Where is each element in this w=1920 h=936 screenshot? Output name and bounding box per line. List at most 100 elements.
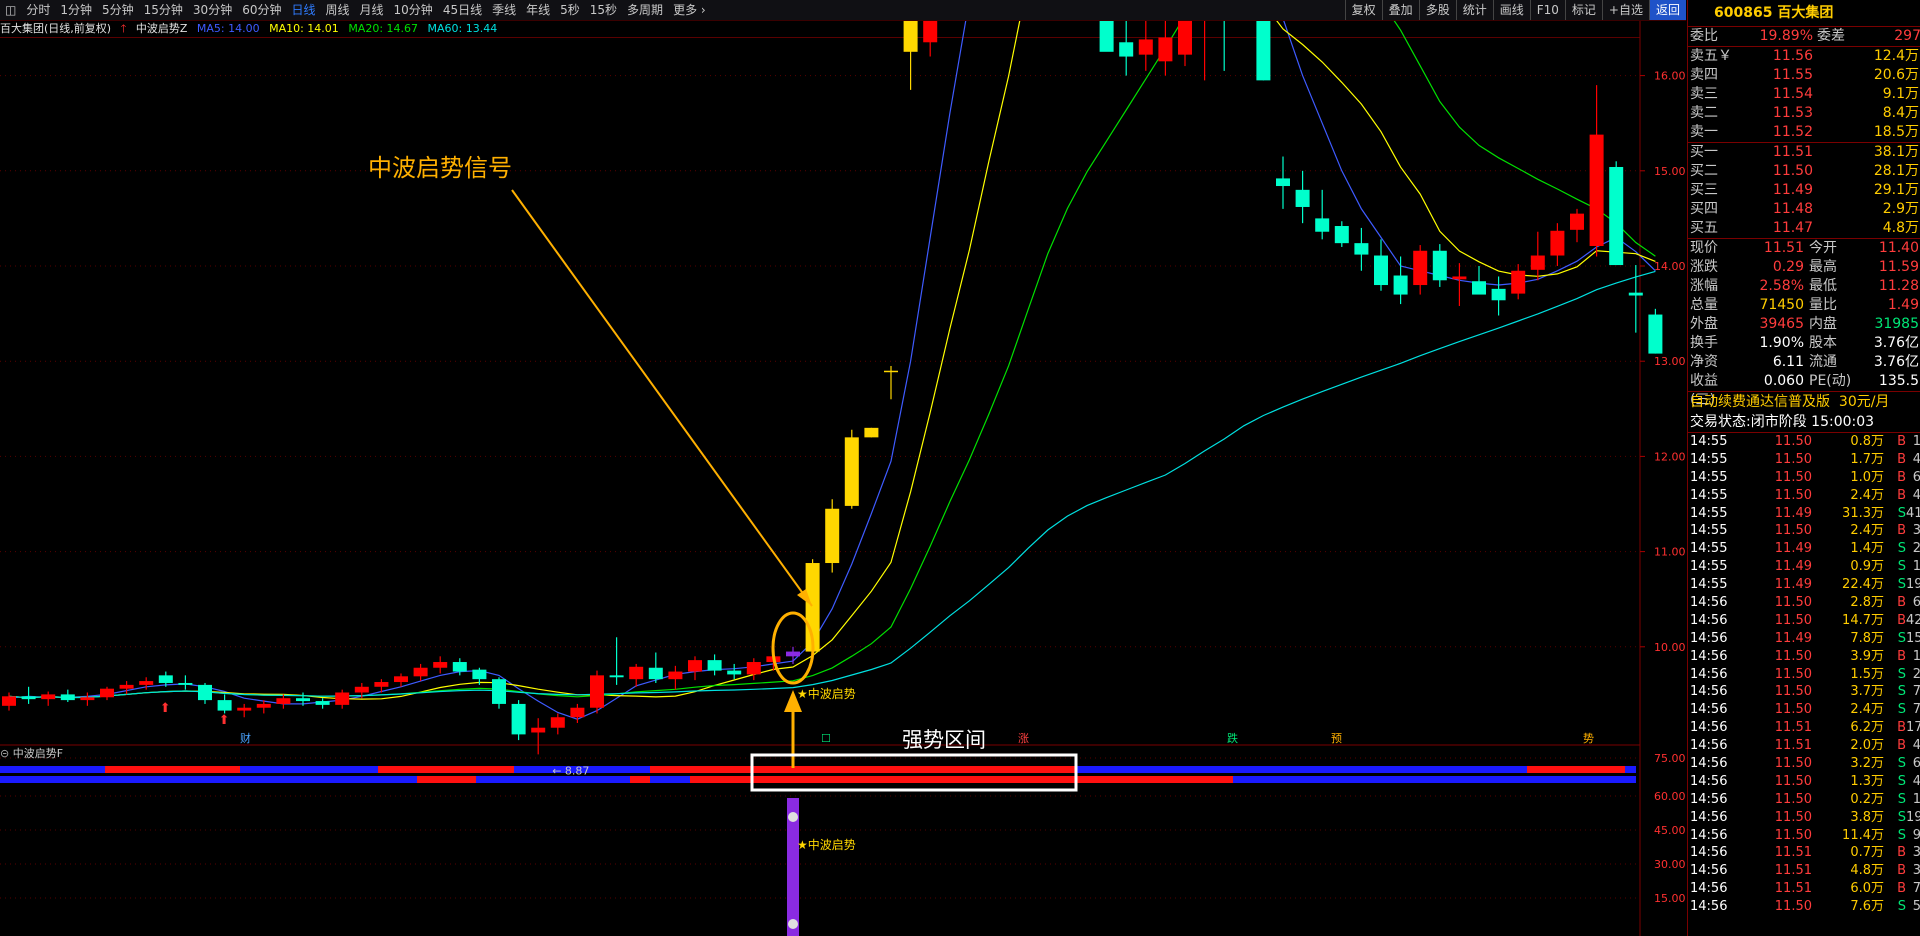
period-tab[interactable]: 60分钟 — [237, 0, 286, 20]
period-tab[interactable]: 分时 — [21, 0, 55, 20]
tick-cell: 3 — [1912, 845, 1920, 861]
lower-indicator-title[interactable]: ⊝ 中波启势F — [0, 746, 63, 762]
buy-row[interactable]: 买二 11.50 28.1万 — [1688, 162, 1920, 181]
tick-cell: 2.8万 — [1850, 595, 1884, 611]
stat-v2: 31985 — [1874, 316, 1919, 332]
tick-cell: S — [1897, 791, 1906, 807]
trend-bar-segment — [1077, 766, 1527, 773]
stat-v1: 11.51 — [1763, 240, 1804, 256]
tick-cell: 4.8万 — [1850, 863, 1884, 879]
tick-cell: S — [1897, 773, 1906, 789]
stat-l1: 换手 — [1690, 335, 1718, 351]
sell-row[interactable]: 卖四 11.55 20.6万 — [1688, 66, 1920, 85]
trend-bar-segment — [105, 766, 240, 773]
period-tab[interactable]: 5秒 — [555, 0, 585, 20]
candle-body — [1628, 292, 1643, 296]
trend-bar-segment — [1233, 776, 1636, 783]
tick-cell: B — [1897, 523, 1906, 539]
trade-status: 交易状态:闭市阶段 15:00:03 — [1690, 414, 1875, 430]
signal-dot — [788, 919, 798, 929]
sell-row[interactable]: 卖三 11.54 9.1万 — [1688, 85, 1920, 104]
toolbar-button[interactable]: 叠加 — [1381, 0, 1419, 20]
price-axis: 22.0021.0020.0019.0018.0017.0016.0015.00… — [1640, 70, 1686, 905]
buy-row[interactable]: 买一 11.51 38.1万 — [1688, 143, 1920, 162]
signal-marker: 预 — [1331, 732, 1342, 745]
tick-cell: 7 — [1912, 684, 1920, 700]
subscription-ad[interactable]: 自动续费通达信普及版 30元/月 — [1688, 392, 1920, 412]
sell-row[interactable]: 卖五￥ 11.56 12.4万 — [1688, 47, 1920, 66]
tick-cell: 1.3万 — [1850, 773, 1884, 789]
stat-v2: 3.76亿 — [1873, 335, 1919, 351]
buy-row[interactable]: 买五 11.47 4.8万 — [1688, 219, 1920, 238]
stat-row: 涨幅 2.58% 最低 11.28 — [1688, 277, 1920, 296]
tick-row: 14:55 11.49 0.9万 S 1 — [1688, 558, 1920, 576]
tick-cell: 7.6万 — [1850, 899, 1884, 915]
toolbar-button[interactable]: 复权 — [1344, 0, 1382, 20]
period-tab[interactable]: 更多 › — [668, 0, 711, 20]
candle-body — [1570, 213, 1584, 230]
period-tab[interactable]: 季线 — [487, 0, 521, 20]
y-tick-label: 10.00 — [1654, 641, 1686, 654]
buy-label: 买三 — [1690, 182, 1718, 198]
period-tab[interactable]: 15分钟 — [139, 0, 188, 20]
tick-row: 14:55 11.49 1.4万 S 2 — [1688, 540, 1920, 558]
toolbar-button[interactable]: 返回 — [1648, 0, 1686, 20]
quote-panel: 600865 百大集团 委比 19.89% 委差 297 卖五￥ 11.56 12.… — [1687, 0, 1920, 936]
buy-price: 11.51 — [1772, 144, 1813, 160]
candle-body — [217, 700, 232, 711]
toolbar-collapse-icon[interactable]: ◫ — [0, 0, 21, 20]
period-tab[interactable]: 1分钟 — [55, 0, 97, 20]
tick-cell: 14:56 — [1690, 863, 1728, 879]
toolbar-button[interactable]: +自选 — [1601, 0, 1649, 20]
tick-cell: 0.8万 — [1850, 434, 1884, 449]
tick-cell: 14:55 — [1690, 541, 1728, 557]
tick-cell: 14:55 — [1690, 505, 1728, 521]
candle-body — [1530, 255, 1545, 270]
trend-bar-segment — [650, 776, 690, 783]
buy-row[interactable]: 买四 11.48 2.9万 — [1688, 200, 1920, 219]
candle-body — [60, 694, 75, 701]
toolbar-button[interactable]: 多股 — [1418, 0, 1456, 20]
period-tab[interactable]: 多周期 — [622, 0, 668, 20]
tick-cell: S — [1897, 541, 1906, 557]
period-tab[interactable]: 日线 — [286, 0, 320, 20]
tick-row: 14:55 11.50 0.8万 B 1 — [1688, 433, 1920, 451]
toolbar-button[interactable]: 统计 — [1455, 0, 1493, 20]
tick-row: 14:56 11.51 6.0万 B 7 — [1688, 880, 1920, 898]
candle-body — [570, 707, 585, 718]
sell-row[interactable]: 卖二 11.53 8.4万 — [1688, 104, 1920, 123]
period-tab[interactable]: 周线 — [321, 0, 355, 20]
candle-body — [374, 682, 389, 687]
tick-cell: 3 — [1912, 523, 1920, 539]
period-tab[interactable]: 30分钟 — [188, 0, 237, 20]
toolbar-button[interactable]: F10 — [1529, 0, 1565, 20]
tick-cell: 14:56 — [1690, 809, 1728, 825]
period-tab[interactable]: 月线 — [355, 0, 389, 20]
sell-row[interactable]: 卖一 11.52 18.5万 — [1688, 123, 1920, 142]
tick-cell: 14:56 — [1690, 630, 1728, 646]
buy-row[interactable]: 买三 11.49 29.1万 — [1688, 181, 1920, 200]
candle-body — [727, 670, 742, 675]
stat-v2: 3.76亿 — [1873, 354, 1919, 370]
tick-cell: B — [1897, 648, 1906, 664]
lower-signal-label: ★中波启势 — [797, 837, 856, 852]
sell-label: 卖四 — [1690, 67, 1718, 83]
signal-dot — [788, 812, 798, 822]
candle-body — [276, 698, 291, 704]
tick-cell: B — [1897, 738, 1906, 754]
toolbar-button[interactable]: 标记 — [1564, 0, 1602, 20]
period-tab[interactable]: 年线 — [521, 0, 555, 20]
tick-cell: S — [1897, 684, 1906, 700]
period-tab[interactable]: 10分钟 — [389, 0, 438, 20]
period-tab[interactable]: 15秒 — [585, 0, 622, 20]
toolbar-button[interactable]: 画线 — [1492, 0, 1530, 20]
tick-row: 14:56 11.50 11.4万 S 9 — [1688, 827, 1920, 845]
ma10-label: MA10: 14.01 — [269, 22, 339, 35]
collapse-icon: ⊝ — [0, 747, 10, 760]
tick-cell: 1 — [1912, 559, 1920, 575]
period-tab[interactable]: 5分钟 — [97, 0, 139, 20]
tick-cell: 7 — [1912, 881, 1920, 897]
kline-chart[interactable]: 22.0021.0020.0019.0018.0017.0016.0015.00… — [0, 0, 1686, 936]
stat-l1: 现价 — [1690, 240, 1718, 256]
period-tab[interactable]: 45日线 — [438, 0, 487, 20]
